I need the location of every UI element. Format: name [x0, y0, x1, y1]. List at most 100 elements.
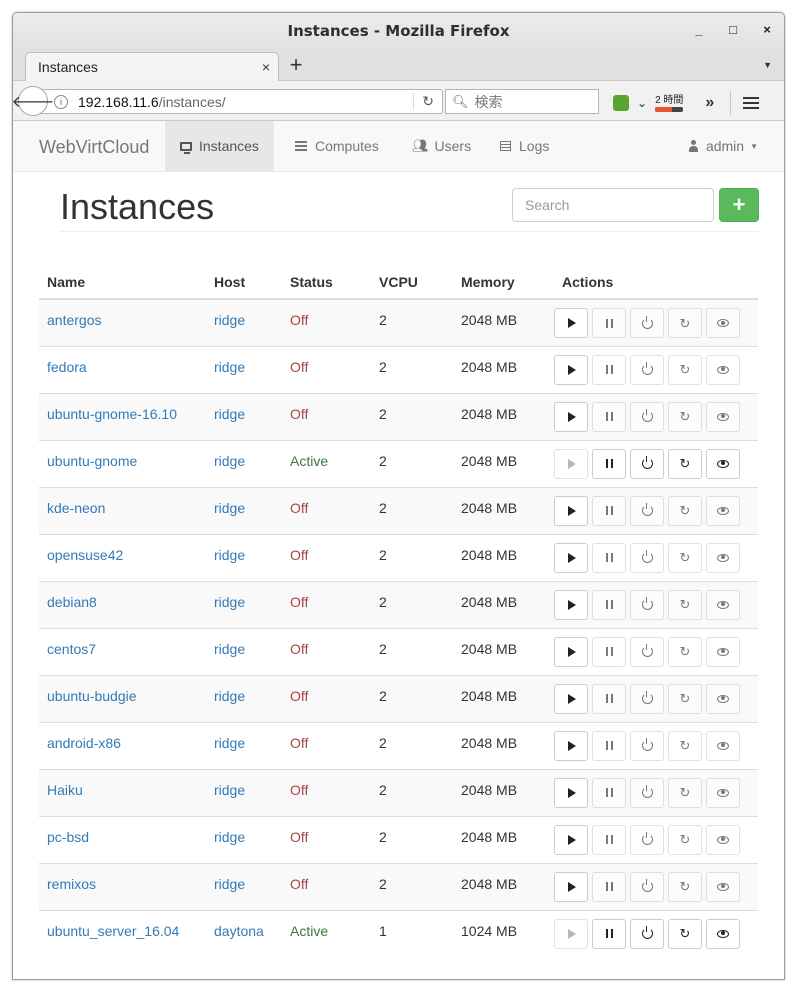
tab-list-icon[interactable]: ▼: [763, 60, 772, 70]
suspend-button[interactable]: [592, 448, 626, 479]
add-instance-button[interactable]: +: [719, 188, 759, 222]
suspend-button[interactable]: [592, 683, 626, 714]
restart-button[interactable]: ↻: [668, 777, 702, 808]
search-input[interactable]: [512, 188, 714, 222]
instance-name-link[interactable]: ubuntu-gnome-16.10: [39, 392, 206, 440]
instance-name-link[interactable]: kde-neon: [39, 486, 206, 534]
nav-computes[interactable]: Computes: [280, 121, 394, 171]
instance-host-link[interactable]: ridge: [206, 439, 282, 487]
start-button[interactable]: [554, 730, 588, 761]
instance-host-link[interactable]: ridge: [206, 392, 282, 440]
power-off-button[interactable]: [630, 871, 664, 902]
nav-logs[interactable]: Logs: [485, 121, 564, 171]
timer-widget[interactable]: 2 時間: [655, 95, 683, 112]
start-button[interactable]: [554, 354, 588, 385]
suspend-button[interactable]: [592, 308, 626, 338]
instance-host-link[interactable]: ridge: [206, 580, 282, 628]
restart-button[interactable]: ↻: [668, 871, 702, 902]
power-off-button[interactable]: [630, 495, 664, 526]
browser-search-bar[interactable]: 🔍︎ 検索: [445, 89, 599, 114]
instance-name-link[interactable]: antergos: [39, 298, 206, 346]
suspend-button[interactable]: [592, 824, 626, 855]
console-button[interactable]: [706, 401, 740, 432]
console-button[interactable]: [706, 871, 740, 902]
user-menu[interactable]: admin ▼: [688, 121, 784, 171]
console-button[interactable]: [706, 636, 740, 667]
instance-host-link[interactable]: ridge: [206, 815, 282, 863]
restart-button[interactable]: ↻: [668, 636, 702, 667]
restart-button[interactable]: ↻: [668, 401, 702, 432]
instance-host-link[interactable]: ridge: [206, 721, 282, 769]
console-button[interactable]: [706, 495, 740, 526]
power-off-button[interactable]: [630, 824, 664, 855]
instance-name-link[interactable]: remixos: [39, 862, 206, 910]
suspend-button[interactable]: [592, 918, 626, 949]
start-button[interactable]: [554, 495, 588, 526]
instance-host-link[interactable]: ridge: [206, 768, 282, 816]
power-off-button[interactable]: [630, 730, 664, 761]
start-button[interactable]: [554, 589, 588, 620]
restart-button[interactable]: ↻: [668, 542, 702, 573]
start-button[interactable]: [554, 683, 588, 714]
brand[interactable]: WebVirtCloud: [39, 137, 149, 158]
power-off-button[interactable]: [630, 636, 664, 667]
maximize-icon[interactable]: □: [726, 22, 740, 37]
back-button[interactable]: 🡐: [13, 86, 54, 116]
instance-host-link[interactable]: ridge: [206, 298, 282, 346]
console-button[interactable]: [706, 730, 740, 761]
instance-name-link[interactable]: debian8: [39, 580, 206, 628]
start-button[interactable]: [554, 448, 588, 479]
restart-button[interactable]: ↻: [668, 495, 702, 526]
overflow-icon[interactable]: »: [705, 94, 714, 112]
nav-instances[interactable]: Instances: [165, 121, 274, 171]
power-off-button[interactable]: [630, 308, 664, 338]
nav-users[interactable]: 👥︎ Users: [397, 121, 486, 171]
suspend-button[interactable]: [592, 730, 626, 761]
console-button[interactable]: [706, 354, 740, 385]
start-button[interactable]: [554, 918, 588, 949]
start-button[interactable]: [554, 871, 588, 902]
start-button[interactable]: [554, 777, 588, 808]
instance-host-link[interactable]: daytona: [206, 909, 282, 957]
suspend-button[interactable]: [592, 401, 626, 432]
restart-button[interactable]: ↻: [668, 918, 702, 949]
url-bar[interactable]: i 192.168.11.6/instances/ ↻: [35, 89, 443, 114]
restart-button[interactable]: ↻: [668, 354, 702, 385]
restart-button[interactable]: ↻: [668, 448, 702, 479]
restart-button[interactable]: ↻: [668, 824, 702, 855]
power-off-button[interactable]: [630, 589, 664, 620]
instance-name-link[interactable]: android-x86: [39, 721, 206, 769]
tab-close-icon[interactable]: ×: [254, 59, 278, 75]
console-button[interactable]: [706, 683, 740, 714]
suspend-button[interactable]: [592, 589, 626, 620]
power-off-button[interactable]: [630, 401, 664, 432]
instance-name-link[interactable]: Haiku: [39, 768, 206, 816]
restart-button[interactable]: ↻: [668, 683, 702, 714]
console-button[interactable]: [706, 448, 740, 479]
site-info-icon[interactable]: i: [54, 94, 68, 109]
instance-name-link[interactable]: pc-bsd: [39, 815, 206, 863]
new-tab-button[interactable]: +: [285, 53, 307, 77]
instance-name-link[interactable]: fedora: [39, 345, 206, 393]
power-off-button[interactable]: [630, 918, 664, 949]
console-button[interactable]: [706, 308, 740, 338]
suspend-button[interactable]: [592, 354, 626, 385]
console-button[interactable]: [706, 542, 740, 573]
instance-host-link[interactable]: ridge: [206, 345, 282, 393]
suspend-button[interactable]: [592, 636, 626, 667]
instance-host-link[interactable]: ridge: [206, 533, 282, 581]
console-button[interactable]: [706, 918, 740, 949]
chevron-down-icon[interactable]: ⌄: [637, 96, 647, 110]
console-button[interactable]: [706, 777, 740, 808]
basket-icon[interactable]: [613, 95, 629, 111]
menu-icon[interactable]: [743, 97, 760, 109]
instance-host-link[interactable]: ridge: [206, 627, 282, 675]
start-button[interactable]: [554, 401, 588, 432]
suspend-button[interactable]: [592, 871, 626, 902]
console-button[interactable]: [706, 589, 740, 620]
power-off-button[interactable]: [630, 683, 664, 714]
instance-name-link[interactable]: ubuntu-budgie: [39, 674, 206, 722]
instance-host-link[interactable]: ridge: [206, 486, 282, 534]
minimize-icon[interactable]: _: [692, 22, 706, 37]
tab-instances[interactable]: Instances ×: [25, 52, 279, 81]
